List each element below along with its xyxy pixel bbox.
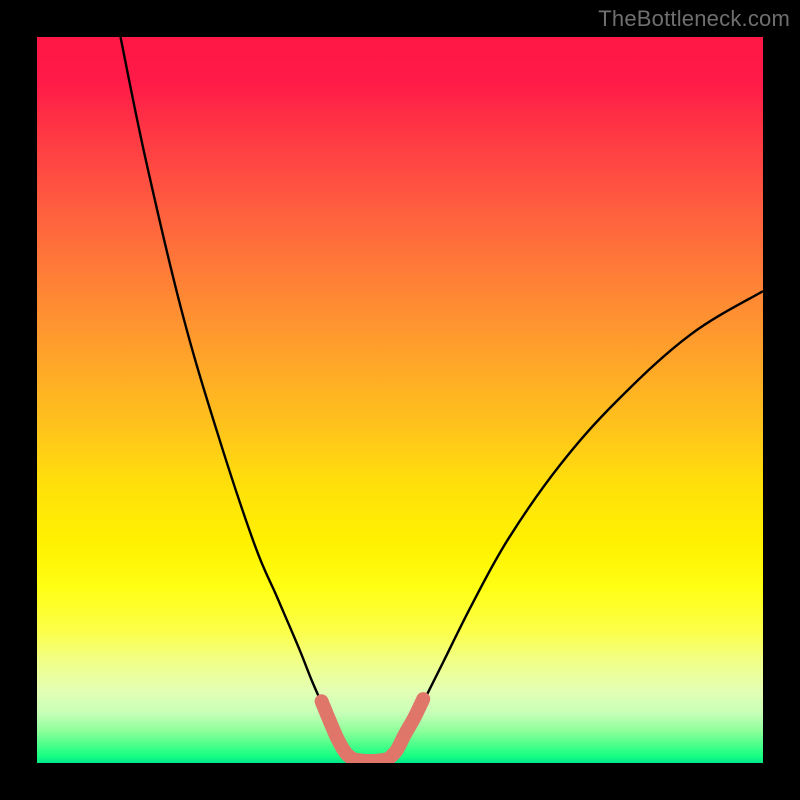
series-trough-plateau-left [322, 701, 354, 759]
series-left-curve [120, 37, 352, 760]
watermark-text: TheBottleneck.com [598, 6, 790, 32]
plot-area [37, 37, 763, 763]
curve-layer [37, 37, 763, 763]
series-right-curve [389, 291, 763, 760]
chart-frame: TheBottleneck.com [0, 0, 800, 800]
series-trough-plateau-right [388, 699, 424, 759]
